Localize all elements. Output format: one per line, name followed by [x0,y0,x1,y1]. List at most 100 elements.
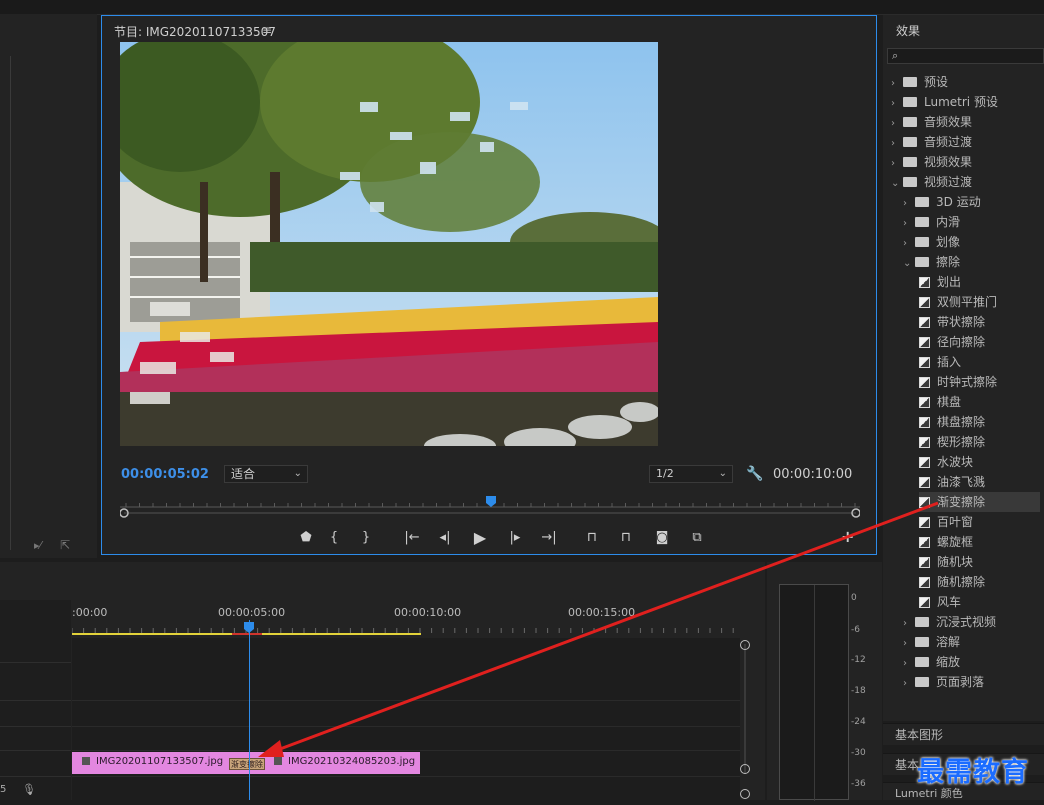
tree-item-label: 渐变擦除 [937,495,986,509]
audio-meter-panel: 0 -6 -12 -18 -24 -30 -36 [767,562,882,801]
chevron-right-icon[interactable]: › [891,154,903,174]
effect-item-13[interactable]: 径向擦除 [919,332,1040,352]
export-frame-button[interactable]: ◙ [652,528,672,548]
effects-folder-4[interactable]: › 视频效果 [891,152,1040,172]
mark-in-button[interactable]: { [324,528,344,548]
effect-item-25[interactable]: 随机擦除 [919,572,1040,592]
extract-button[interactable]: ⊓ [616,528,636,548]
panel-menu-icon[interactable]: ≡ [262,23,272,37]
chevron-down-icon[interactable]: ⌄ [891,174,903,194]
effect-item-11[interactable]: 双侧平推门 [919,292,1040,312]
effect-item-18[interactable]: 楔形擦除 [919,432,1040,452]
chevron-right-icon[interactable]: › [903,614,915,634]
monitor-zoom-scrollbar[interactable] [120,508,860,518]
effects-folder-7[interactable]: › 内滑 [903,212,1040,232]
transition-gradient-wipe[interactable]: 渐变擦除 [229,758,265,770]
clip-a[interactable]: IMG20201107133507.jpg [72,752,252,774]
program-video-frame [120,42,658,446]
chevron-right-icon[interactable]: › [903,194,915,214]
add-button-icon[interactable]: + [841,527,854,546]
vscroll-handle-extra[interactable] [740,789,750,799]
effects-folder-9[interactable]: ⌄ 擦除 [903,252,1040,272]
effect-item-26[interactable]: 风车 [919,592,1040,612]
zoom-fit-select[interactable]: 适合 ⌄ [224,465,308,483]
chevron-down-icon[interactable]: ⌄ [903,254,915,274]
monitor-time-ruler[interactable] [120,496,860,508]
chevron-down-icon: ⌄ [293,468,302,479]
effect-item-23[interactable]: 螺旋框 [919,532,1040,552]
tree-item-label: 音频过渡 [924,135,973,149]
video-transition-icon [919,357,930,368]
effect-item-21[interactable]: 渐变擦除 [919,492,1040,512]
video-transition-icon [919,417,930,428]
effect-item-14[interactable]: 插入 [919,352,1040,372]
chevron-right-icon[interactable]: › [903,214,915,234]
compare-view-button[interactable]: ⧉ [687,528,707,548]
mark-out-button[interactable]: } [356,528,376,548]
effect-item-16[interactable]: 棋盘 [919,392,1040,412]
effects-folder-29[interactable]: › 缩放 [903,652,1040,672]
effects-folder-5[interactable]: ⌄ 视频过渡 [891,172,1040,192]
chevron-right-icon[interactable]: › [903,634,915,654]
effects-folder-1[interactable]: › Lumetri 预设 [891,92,1040,112]
effects-folder-27[interactable]: › 沉浸式视频 [903,612,1040,632]
step-forward-button[interactable]: |▸ [505,528,525,548]
effect-item-12[interactable]: 带状擦除 [919,312,1040,332]
settings-wrench-icon[interactable]: 🔧 [746,466,763,482]
clip-a-label: IMG20201107133507.jpg [96,756,224,767]
folder-icon [903,177,917,187]
chevron-right-icon[interactable]: › [903,654,915,674]
vscroll-handle-bottom[interactable] [740,764,750,774]
chevron-right-icon[interactable]: › [891,134,903,154]
effects-folder-6[interactable]: › 3D 运动 [903,192,1040,212]
timeline-panel: ↘ 5 🎙 :00:00 00:00:05:00 00:00:10:00 00:… [0,562,765,800]
effect-item-22[interactable]: 百叶窗 [919,512,1040,532]
effect-item-17[interactable]: 棋盘擦除 [919,412,1040,432]
vscroll-handle-top[interactable] [740,640,750,650]
export-icon[interactable]: ⇱ [60,538,70,552]
effects-folder-0[interactable]: › 预设 [891,72,1040,92]
current-timecode[interactable]: 00:00:05:02 [121,467,209,482]
video-transition-icon [919,297,930,308]
tree-item-label: 缩放 [936,655,961,669]
chevron-right-icon[interactable]: › [891,94,903,114]
chevron-right-icon[interactable]: › [891,114,903,134]
play-button[interactable]: ▶ [470,528,490,548]
playback-resolution-select[interactable]: 1/2 ⌄ [649,465,733,483]
effects-folder-28[interactable]: › 溶解 [903,632,1040,652]
chevron-right-icon[interactable]: › [903,674,915,694]
effect-item-10[interactable]: 划出 [919,272,1040,292]
tree-item-label: 视频效果 [924,155,973,169]
tree-item-label: 随机块 [937,555,974,569]
video-transition-icon [919,397,930,408]
effects-folder-30[interactable]: › 页面剥落 [903,672,1040,692]
add-marker-button[interactable]: ⬟ [296,528,316,548]
step-back-button[interactable]: ◂| [435,528,455,548]
export-frame-icon[interactable]: ▸⁄ [34,539,41,552]
effect-item-24[interactable]: 随机块 [919,552,1040,572]
timeline-vscrollbar[interactable] [744,644,746,774]
folder-icon [915,617,929,627]
effects-folder-3[interactable]: › 音频过渡 [891,132,1040,152]
image-clip-icon [274,757,282,765]
chevron-right-icon[interactable]: › [891,74,903,94]
effects-search-input[interactable]: ⌕ [887,48,1044,64]
microphone-icon[interactable]: 🎙 [22,783,36,796]
effect-item-19[interactable]: 水波块 [919,452,1040,472]
playback-resolution-value: 1/2 [656,467,674,480]
effects-folder-8[interactable]: › 划像 [903,232,1040,252]
effect-item-15[interactable]: 时钟式擦除 [919,372,1040,392]
go-to-in-button[interactable]: |← [402,528,422,548]
clip-b[interactable]: IMG20210324085203.jpg [252,752,420,774]
timeline-ruler[interactable] [72,622,740,636]
effects-folder-2[interactable]: › 音频效果 [891,112,1040,132]
go-to-out-button[interactable]: →| [539,528,559,548]
tab-essential-graphics[interactable]: 基本图形 [883,723,1044,745]
playhead-marker[interactable] [486,496,496,507]
chevron-down-icon: ⌄ [718,468,727,479]
lift-button[interactable]: ⊓ [582,528,602,548]
search-icon: ⌕ [892,49,899,62]
chevron-right-icon[interactable]: › [903,234,915,254]
tree-item-label: Lumetri 预设 [924,95,998,109]
effect-item-20[interactable]: 油漆飞溅 [919,472,1040,492]
